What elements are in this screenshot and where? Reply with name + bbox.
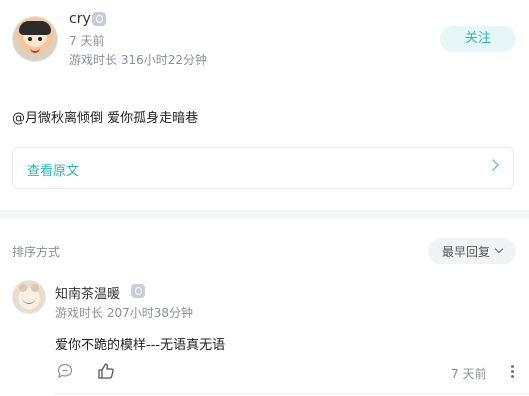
comment-bubble-icon[interactable] (57, 363, 73, 379)
thumbs-up-icon[interactable] (97, 362, 115, 380)
author-playtime: 游戏时长 316小时22分钟 (69, 53, 207, 67)
more-vertical-icon[interactable] (508, 364, 518, 380)
section-divider (0, 210, 529, 218)
chevron-right-icon (487, 159, 499, 171)
comment-item: 知南茶温暖 游戏时长 207小时38分钟 爱你不跪的模样---无语真无语 7 天… (0, 272, 529, 396)
sort-label: 排序方式 (12, 245, 61, 259)
author-name[interactable]: cry (69, 11, 91, 27)
verified-badge-icon (92, 12, 106, 26)
view-original-card[interactable]: 查看原文 (12, 147, 514, 189)
commenter-name[interactable]: 知南茶温暖 (55, 283, 120, 302)
comment-divider (55, 393, 529, 394)
follow-button[interactable]: 关注 (440, 26, 516, 52)
post-header: cry 7 天前 游戏时长 316小时22分钟 关注 (0, 0, 529, 80)
author-avatar[interactable] (12, 16, 58, 62)
post-time: 7 天前 (69, 34, 105, 48)
verified-badge-icon (131, 284, 145, 298)
sort-dropdown[interactable]: 最早回复 (428, 238, 516, 264)
commenter-avatar[interactable] (12, 280, 46, 314)
comment-time: 7 天前 (451, 367, 487, 381)
commenter-playtime: 游戏时长 207小时38分钟 (55, 306, 193, 320)
comment-text: 爱你不跪的模样---无语真无语 (55, 338, 226, 353)
chevron-down-icon (494, 244, 504, 254)
post-content: @月微秋离倾倒 爱你孤身走暗巷 (12, 111, 199, 126)
view-original-label: 查看原文 (27, 164, 80, 179)
sort-selected: 最早回复 (442, 245, 491, 259)
